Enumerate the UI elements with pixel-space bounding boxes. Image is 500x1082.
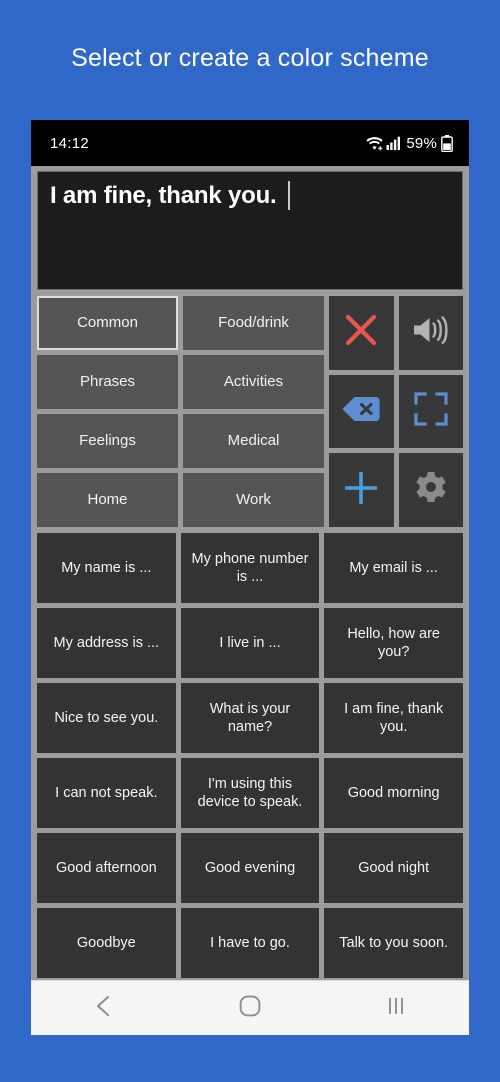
status-bar: 14:12 59% [31, 120, 469, 166]
phrase-button[interactable]: Talk to you soon. [324, 908, 463, 978]
category-button-food-drink[interactable]: Food/drink [183, 296, 324, 350]
phrase-button[interactable]: My address is ... [37, 608, 176, 678]
recents-bars-icon [386, 996, 406, 1021]
phrase-button[interactable]: I am fine, thank you. [324, 683, 463, 753]
phrase-button[interactable]: I live in ... [180, 608, 320, 678]
phrase-button[interactable]: Good afternoon [37, 833, 176, 903]
phrase-button[interactable]: What is your name? [180, 683, 320, 753]
android-nav-bar [31, 980, 469, 1035]
phrase-grid: My name is ... My phone number is ... My… [37, 533, 463, 978]
chevron-left-icon [93, 995, 115, 1022]
screen-root: Select or create a color scheme 14:12 59… [0, 0, 500, 1082]
phrase-button[interactable]: I have to go. [180, 908, 320, 978]
battery-percent-label: 59% [406, 134, 437, 152]
add-phrase-button[interactable] [329, 453, 394, 527]
fullscreen-icon [414, 392, 448, 431]
status-clock: 14:12 [50, 134, 90, 152]
back-button[interactable] [59, 981, 149, 1036]
page-title: Select or create a color scheme [71, 44, 429, 72]
close-icon [343, 312, 379, 353]
controls-row: Common Food/drink Phrases Activities Fee… [37, 296, 463, 527]
message-line: I am fine, thank you. [50, 181, 290, 210]
category-button-medical[interactable]: Medical [183, 414, 324, 468]
phrase-button[interactable]: I can not speak. [37, 758, 176, 828]
fullscreen-button[interactable] [398, 374, 463, 449]
category-button-work[interactable]: Work [183, 473, 324, 527]
wifi-icon [366, 136, 383, 151]
phrase-button[interactable]: Good morning [324, 758, 463, 828]
phrase-button[interactable]: Good evening [180, 833, 320, 903]
status-indicators: 59% [366, 134, 453, 152]
backspace-button[interactable] [329, 374, 394, 449]
settings-button[interactable] [398, 453, 463, 527]
home-circle-icon [239, 995, 261, 1022]
plus-icon [342, 469, 380, 512]
category-button-common[interactable]: Common [37, 296, 178, 350]
signal-bars-icon [386, 136, 401, 150]
category-button-home[interactable]: Home [37, 473, 178, 527]
message-text: I am fine, thank you. [50, 181, 277, 209]
recents-button[interactable] [351, 981, 441, 1036]
phrase-button[interactable]: My phone number is ... [180, 533, 320, 603]
gear-icon [413, 470, 449, 511]
phrase-button[interactable]: Hello, how are you? [324, 608, 463, 678]
category-button-phrases[interactable]: Phrases [37, 355, 178, 409]
text-caret [287, 181, 290, 210]
icon-key-grid [329, 296, 463, 527]
category-grid: Common Food/drink Phrases Activities Fee… [37, 296, 324, 527]
app-body: I am fine, thank you. Common Food/drink … [31, 166, 469, 980]
phrase-button[interactable]: I'm using this device to speak. [180, 758, 320, 828]
phone-frame: 14:12 59% I am fine, thank you. Common F… [31, 120, 469, 1035]
category-button-feelings[interactable]: Feelings [37, 414, 178, 468]
message-textbox[interactable]: I am fine, thank you. [37, 171, 463, 290]
phrase-button[interactable]: My email is ... [324, 533, 463, 603]
phrase-button[interactable]: Nice to see you. [37, 683, 176, 753]
speak-button[interactable] [398, 296, 463, 370]
phrase-button[interactable]: Good night [324, 833, 463, 903]
battery-icon [440, 134, 453, 152]
phrase-button[interactable]: My name is ... [37, 533, 176, 603]
clear-text-button[interactable] [329, 296, 394, 370]
category-button-activities[interactable]: Activities [183, 355, 324, 409]
backspace-icon [341, 395, 381, 428]
speaker-icon [411, 313, 451, 352]
home-button[interactable] [205, 981, 295, 1036]
phrase-button[interactable]: Goodbye [37, 908, 176, 978]
